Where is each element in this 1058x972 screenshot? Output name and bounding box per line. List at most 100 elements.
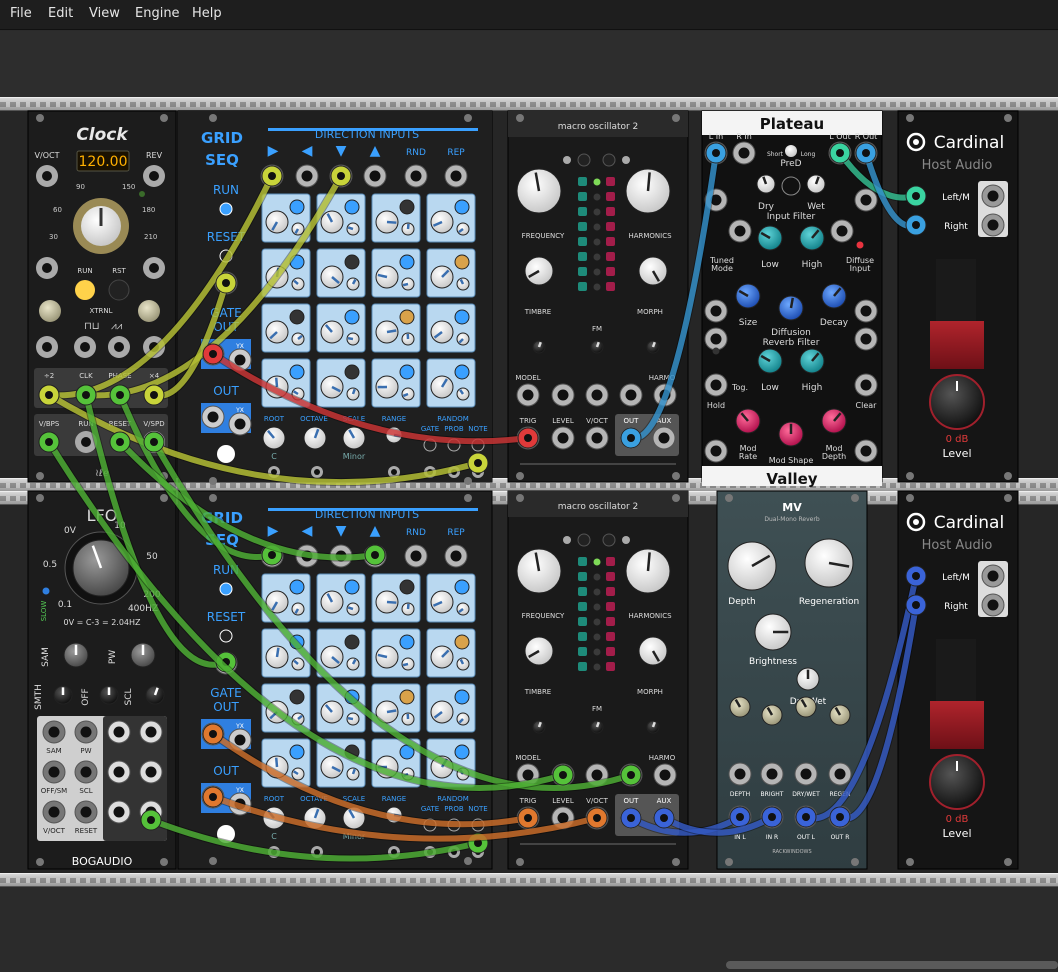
cardinal-sub: Host Audio [922, 538, 993, 553]
model-button[interactable] [602, 153, 616, 167]
knob-indicator [386, 709, 397, 714]
gate-button[interactable] [289, 579, 305, 595]
model-button[interactable] [602, 533, 616, 547]
screw [36, 472, 44, 480]
gate-button[interactable] [399, 254, 415, 270]
toggle-label: Tog. [731, 383, 748, 392]
wave-select-icon [622, 536, 630, 544]
model-led [593, 603, 601, 611]
lfo-05-label: 0.5 [43, 560, 57, 570]
gate-button[interactable] [344, 199, 360, 215]
scale-value: Minor [343, 452, 366, 461]
gate-button[interactable] [454, 634, 470, 650]
cable-plug-hole [82, 391, 90, 399]
gate-button[interactable] [454, 254, 470, 270]
reset-button[interactable] [219, 629, 233, 643]
wet-label: Wet [807, 202, 825, 212]
run-button[interactable] [219, 202, 233, 216]
model-led [593, 268, 601, 276]
screw [36, 494, 44, 502]
cable-plug-hole [912, 221, 920, 229]
gate-button[interactable] [454, 199, 470, 215]
cable-plug-hole [912, 601, 920, 609]
jack-hole [766, 768, 778, 780]
pw-label: PW [108, 650, 118, 664]
model-led-icon [578, 177, 587, 186]
clock-reset-button[interactable] [108, 279, 130, 301]
screw [516, 114, 524, 122]
clock-bpm-value: 120.00 [79, 154, 128, 170]
gate-button[interactable] [289, 364, 305, 380]
gate-button[interactable] [399, 579, 415, 595]
wave-select-icon [622, 156, 630, 164]
frequency-label: FREQUENCY [522, 612, 565, 620]
run-label: RUN [213, 183, 239, 197]
gate-button[interactable] [344, 634, 360, 650]
gate-button[interactable] [454, 744, 470, 760]
mod-shape-label: Mod Shape [769, 456, 814, 465]
model-led-icon [606, 237, 615, 246]
jack-hole [314, 469, 320, 475]
jack-hole [80, 806, 92, 818]
level-fader[interactable] [930, 321, 984, 369]
level-fader[interactable] [930, 701, 984, 749]
jack-hole [301, 170, 313, 182]
gate-button[interactable] [454, 689, 470, 705]
voct-label: V/OCT [586, 797, 609, 805]
direction-inputs-label: DIRECTION INPUTS [315, 508, 419, 521]
gate-button[interactable] [454, 309, 470, 325]
low-label: Low [761, 383, 779, 393]
gate-button[interactable] [454, 579, 470, 595]
toggle-led [712, 347, 720, 355]
model-button[interactable] [577, 153, 591, 167]
size-label: Size [739, 318, 758, 328]
gate-button[interactable] [344, 309, 360, 325]
screw [160, 858, 168, 866]
gate-button[interactable] [399, 689, 415, 705]
range-label: RANGE [382, 415, 406, 423]
knob-indicator [386, 329, 397, 334]
knob-indicator [402, 282, 409, 287]
jack-hole [658, 432, 670, 444]
knob-indicator [537, 721, 542, 728]
gate-button[interactable] [289, 689, 305, 705]
cable-plug-hole [150, 438, 158, 446]
gate-button[interactable] [399, 364, 415, 380]
l-in-label: L In [709, 132, 723, 141]
gate-button[interactable] [289, 744, 305, 760]
off-label: OFF [81, 688, 91, 705]
gate-button[interactable] [399, 199, 415, 215]
gate-button[interactable] [399, 634, 415, 650]
clock-run-button[interactable] [75, 280, 95, 300]
gate-button[interactable] [344, 254, 360, 270]
mod-rate-label: Rate [739, 452, 757, 461]
db-readout: 0 dB [946, 434, 969, 445]
lfo-50-label: 50 [146, 552, 158, 562]
gate-button[interactable] [454, 364, 470, 380]
clock-swing-knob[interactable] [39, 300, 61, 322]
gate-button[interactable] [289, 199, 305, 215]
run-button[interactable] [219, 582, 233, 596]
reset-label: RESET [207, 610, 246, 624]
gate-button[interactable] [289, 309, 305, 325]
knob-indicator [274, 377, 279, 388]
clock-ratio-knob[interactable] [138, 300, 160, 322]
jack-hole [145, 726, 157, 738]
wet-cv-jack[interactable] [781, 176, 801, 196]
gate-button[interactable] [399, 309, 415, 325]
model-button[interactable] [577, 533, 591, 547]
gate-button[interactable] [344, 579, 360, 595]
cardinal-logo-dot [913, 139, 919, 145]
predelay-knob[interactable] [785, 145, 797, 157]
jack-hole [145, 766, 157, 778]
model-led [593, 648, 601, 656]
mv-footer: RACKWINDOWS [772, 849, 811, 855]
cable-plug-hole [524, 814, 532, 822]
gate-button[interactable] [344, 364, 360, 380]
knob-indicator [646, 552, 651, 572]
jack-hole [836, 225, 848, 237]
model-led-icon [578, 647, 587, 656]
predelay-label: PreD [780, 159, 801, 169]
model-led [593, 618, 601, 626]
mode-label: Mode [711, 264, 733, 273]
